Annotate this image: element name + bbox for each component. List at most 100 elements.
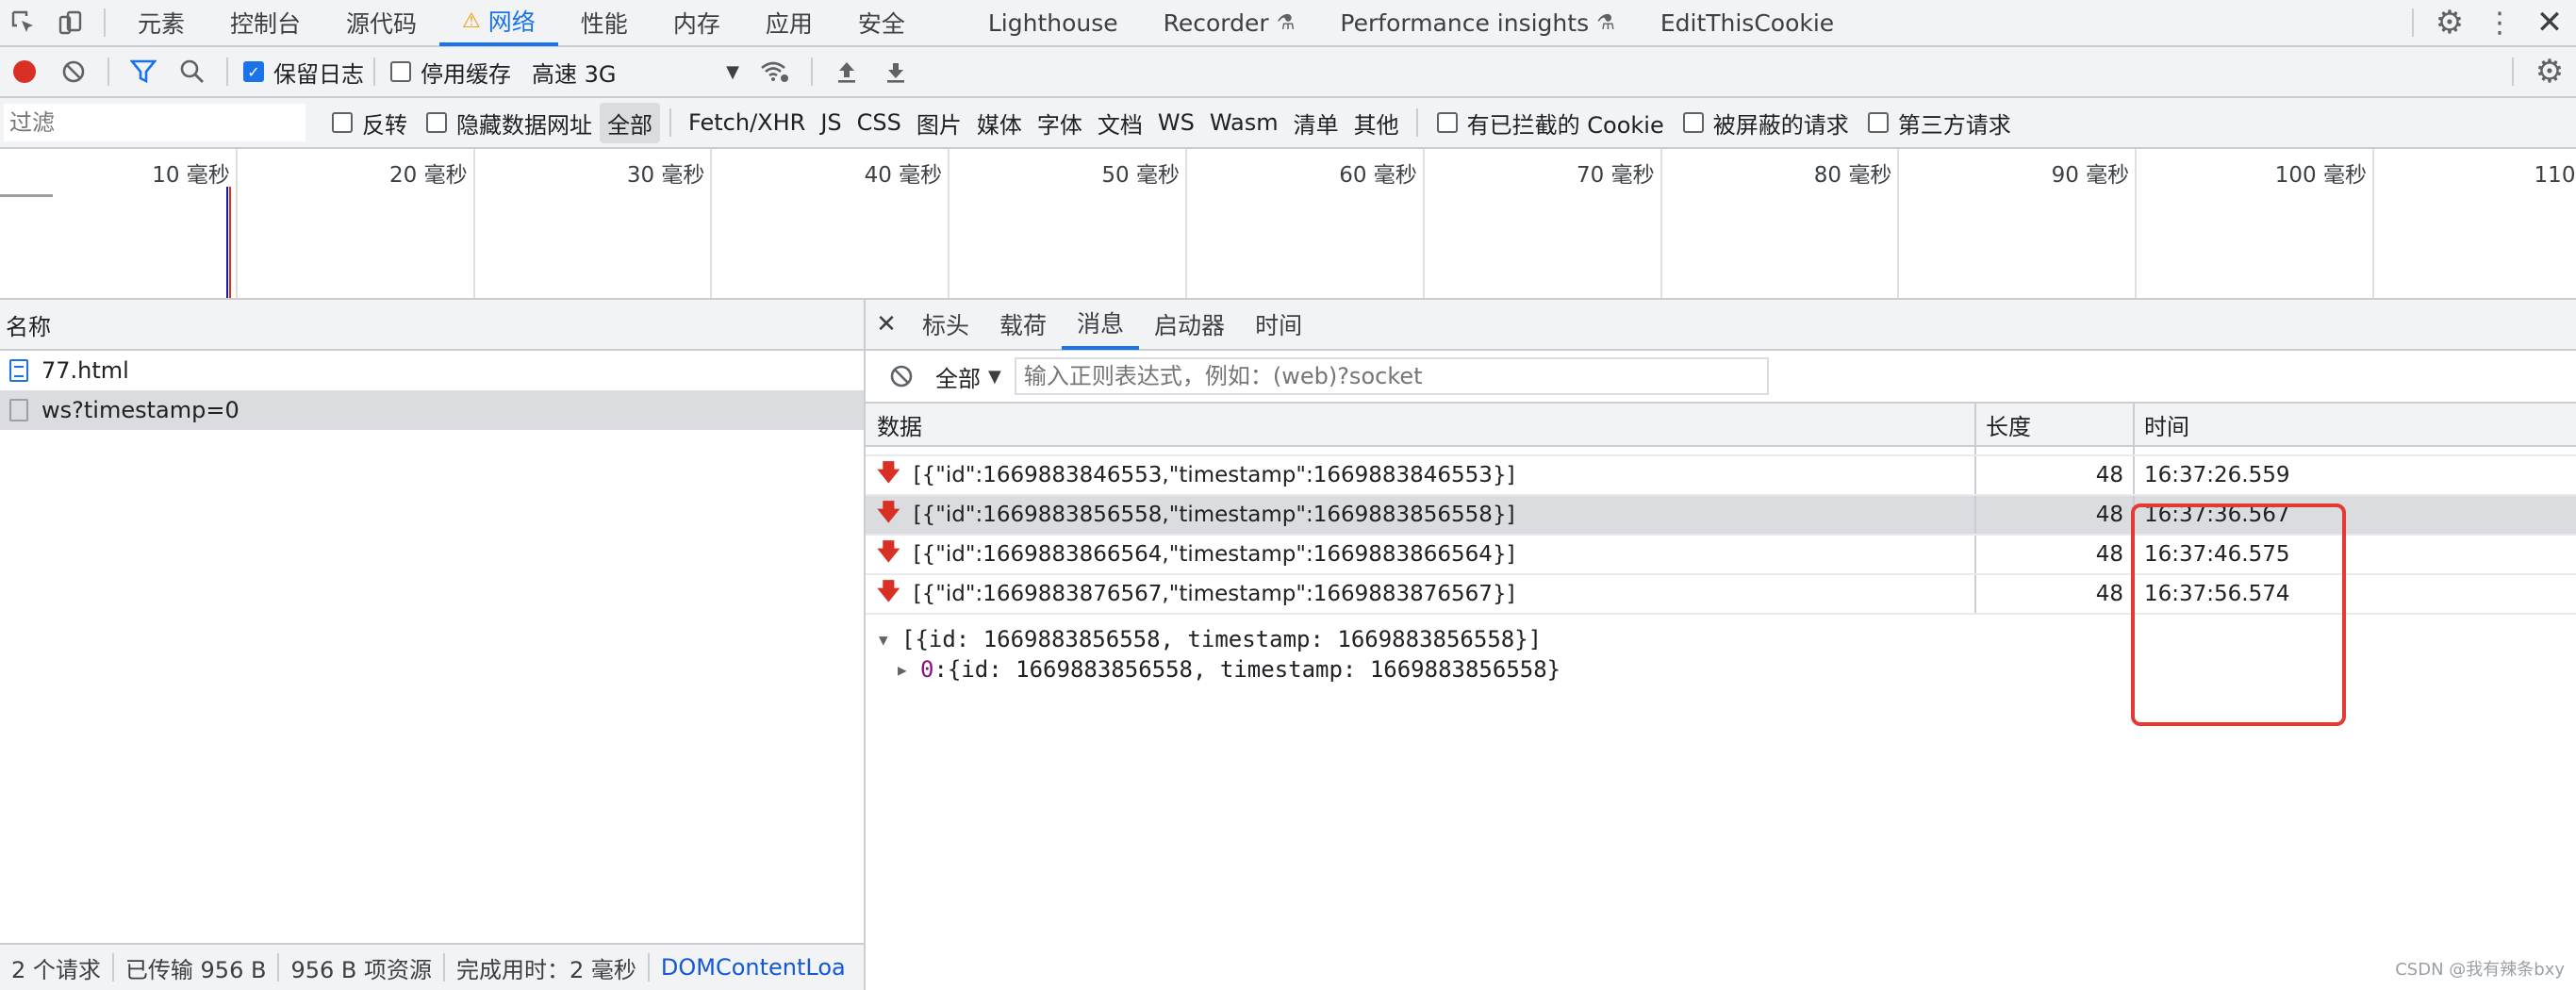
panel-tab[interactable]: ⚠ 网络: [439, 0, 558, 46]
request-row[interactable]: 77.html: [0, 351, 864, 390]
dom-content-loaded-marker: [226, 187, 228, 298]
blocked-requests-checkbox[interactable]: 被屏蔽的请求: [1682, 107, 1849, 140]
filter-type-button[interactable]: 字体: [1030, 103, 1090, 143]
overview-tick-label: 70 毫秒: [1577, 163, 1655, 188]
filter-type-button[interactable]: Fetch/XHR: [681, 106, 813, 140]
message-length-cell: 48: [1976, 575, 2135, 613]
panel-tab-label: 源代码: [346, 10, 418, 38]
filter-toggle-button[interactable]: [119, 47, 168, 96]
panel-tab[interactable]: 元素: [115, 0, 207, 46]
checkbox-unchecked-icon: [390, 61, 411, 82]
panel-tab[interactable]: 安全: [835, 0, 928, 46]
message-row[interactable]: 🡇 [{"id":1669883856558,"timestamp":166988…: [866, 496, 2576, 536]
invert-checkbox[interactable]: 反转: [332, 107, 407, 140]
panel-tab[interactable]: Performance insights ⚗: [1317, 0, 1637, 46]
experiment-flask-icon: ⚗: [1596, 10, 1615, 35]
device-toolbar-icon[interactable]: [47, 0, 94, 46]
throttling-select[interactable]: 高速 3G ▼: [532, 56, 739, 89]
clear-icon: [62, 60, 85, 83]
filter-type-button[interactable]: 图片: [909, 103, 969, 143]
panel-tab[interactable]: EditThisCookie: [1638, 0, 1857, 46]
collapsed-triangle-icon: ▶: [898, 660, 907, 679]
filter-type-button[interactable]: 媒体: [969, 103, 1030, 143]
close-detail-icon[interactable]: ✕: [866, 299, 907, 350]
overview-grid-column: 100 毫秒: [2137, 149, 2374, 298]
overview-tick-label: 30 毫秒: [626, 163, 705, 188]
tree-root-line[interactable]: ▼ [{id: 1669883856558, timestamp: 166988…: [879, 624, 2563, 654]
filter-type-button[interactable]: JS: [813, 106, 849, 140]
overview-tick-label: 40 毫秒: [864, 163, 943, 188]
network-overview-timeline[interactable]: 10 毫秒 20 毫秒 30 毫秒 40 毫秒 50 毫秒 60 毫秒 70 毫秒 80 毫秒…: [0, 149, 2576, 300]
filter-type-button[interactable]: CSS: [850, 106, 909, 140]
detail-tab[interactable]: 载荷: [984, 299, 1062, 350]
clear-button[interactable]: [49, 47, 98, 96]
message-search-input[interactable]: [1014, 357, 1769, 395]
panel-tab[interactable]: 应用: [743, 0, 835, 46]
request-row-selected[interactable]: ws?timestamp=0: [0, 390, 864, 430]
import-har-button[interactable]: [822, 47, 871, 96]
hide-data-urls-checkbox[interactable]: 隐藏数据网址: [426, 107, 592, 140]
wifi-settings-icon: [761, 61, 788, 82]
data-column-header[interactable]: 数据: [866, 404, 1976, 445]
clear-messages-button[interactable]: [884, 357, 918, 395]
overview-tick-label: 10 毫秒: [152, 163, 230, 188]
request-name: 77.html: [41, 357, 129, 384]
received-arrow-icon: 🡇: [877, 498, 900, 525]
toolbar-divider: [373, 58, 375, 86]
request-count: 2 个请求: [11, 956, 101, 983]
panel-tab[interactable]: 源代码: [323, 0, 439, 46]
tree-child-line[interactable]: ▶ 0: {id: 1669883856558, timestamp: 1669…: [879, 654, 2563, 685]
preserve-log-checkbox[interactable]: ✓ 保留日志: [243, 56, 364, 89]
disable-cache-checkbox[interactable]: 停用缓存: [390, 56, 511, 89]
message-row[interactable]: 🡇 [{"id":1669883846553,"timestamp":166988…: [866, 456, 2576, 496]
message-row[interactable]: 🡇 [{"id":1669883876567,"timestamp":166988…: [866, 575, 2576, 615]
finish-time: 完成用时：2 毫秒: [455, 956, 636, 983]
filter-icon: [130, 59, 157, 84]
panel-tab[interactable]: 控制台: [207, 0, 323, 46]
close-icon[interactable]: ✕: [2523, 0, 2576, 46]
third-party-checkbox[interactable]: 第三方请求: [1867, 107, 2011, 140]
search-button[interactable]: [168, 47, 217, 96]
message-type-select[interactable]: 全部 ▼: [935, 360, 1001, 393]
panel-tab[interactable]: Recorder ⚗: [1141, 0, 1318, 46]
export-har-button[interactable]: [871, 47, 920, 96]
detail-tab[interactable]: 消息: [1062, 299, 1140, 350]
more-menu-icon[interactable]: ⋮: [2476, 0, 2523, 46]
inspect-element-icon[interactable]: [0, 0, 47, 46]
clear-icon: [890, 365, 913, 388]
name-column-header[interactable]: 名称: [0, 300, 864, 351]
time-column-header[interactable]: 时间: [2135, 404, 2576, 445]
message-length: 48: [2095, 542, 2123, 567]
settings-icon[interactable]: ⚙: [2423, 0, 2476, 46]
request-detail-pane: ✕ 标头载荷消息启动器时间 全部 ▼ 数据 长度 时间 🡇 [{"id":1669…: [866, 300, 2576, 943]
filter-type-button[interactable]: 其他: [1346, 103, 1407, 143]
filter-bar: 反转 隐藏数据网址 全部 Fetch/XHRJSCSS图片媒体字体文档WSWasm…: [0, 98, 2576, 149]
dom-content-loaded-time: DOMContentLoa: [660, 954, 846, 981]
panel-tab[interactable]: 内存: [651, 0, 743, 46]
overview-grid-column: 70 毫秒: [1425, 149, 1662, 298]
detail-tab[interactable]: 时间: [1240, 299, 1317, 350]
panel-tab[interactable]: Lighthouse: [966, 0, 1141, 46]
panel-tab[interactable]: 性能: [558, 0, 651, 46]
detail-tab[interactable]: 启动器: [1139, 299, 1240, 350]
filter-input[interactable]: [4, 104, 305, 141]
message-detail-tree: ▼ [{id: 1669883856558, timestamp: 166988…: [866, 615, 2576, 694]
length-column-header[interactable]: 长度: [1976, 404, 2135, 445]
detail-tab[interactable]: 标头: [907, 299, 984, 350]
data-column-label: 数据: [877, 413, 922, 440]
record-button[interactable]: [0, 47, 49, 96]
blocked-cookies-checkbox[interactable]: 有已拦截的 Cookie: [1436, 107, 1664, 140]
message-type-value: 全部: [935, 365, 981, 392]
filter-type-button[interactable]: 清单: [1286, 103, 1346, 143]
panel-tab-label: 应用: [765, 10, 813, 38]
filter-type-button[interactable]: 全部: [600, 102, 660, 143]
filter-type-button[interactable]: WS: [1150, 106, 1202, 140]
network-conditions-button[interactable]: [749, 47, 801, 96]
filter-type-button[interactable]: Wasm: [1202, 106, 1286, 140]
network-settings-icon[interactable]: ⚙: [2523, 47, 2576, 96]
time-column-label: 时间: [2144, 413, 2189, 440]
message-data-cell: 🡇 [{"id":1669883846553,"timestamp":166988…: [866, 456, 1976, 494]
filter-type-button[interactable]: 文档: [1090, 103, 1150, 143]
message-row[interactable]: 🡇 [{"id":1669883866564,"timestamp":166988…: [866, 536, 2576, 575]
toolbar-divider: [1415, 108, 1418, 137]
